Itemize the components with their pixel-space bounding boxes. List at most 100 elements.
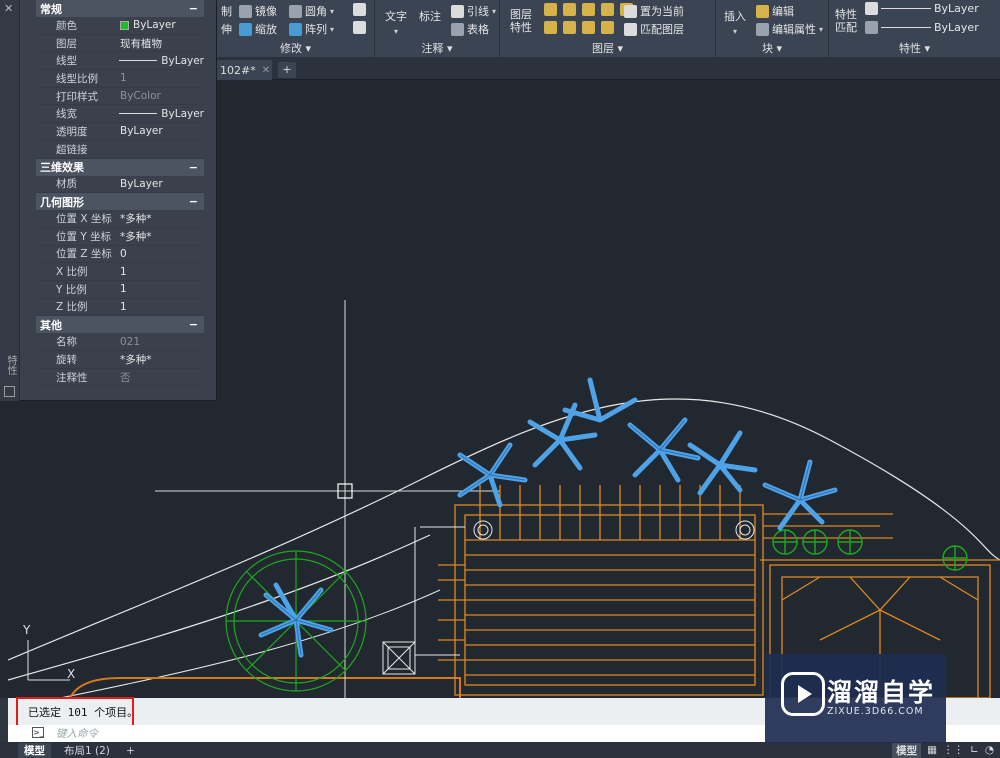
edit-attributes-button[interactable]: 编辑属性 ▾ bbox=[756, 21, 823, 37]
ribbon-group-annotation: 文字 ▾ 标注 引线 ▾ 表格 注释 ▾ bbox=[375, 0, 500, 58]
property-row-layer[interactable]: 图层 现有植物 bbox=[36, 35, 204, 53]
section-misc[interactable]: 其他 − bbox=[36, 316, 204, 334]
layer-thaw-icon[interactable] bbox=[582, 21, 595, 34]
set-current-button[interactable]: 置为当前 bbox=[624, 3, 684, 19]
layer-tools-row1 bbox=[544, 3, 633, 16]
collapse-icon[interactable]: − bbox=[189, 161, 198, 174]
match-properties-button[interactable]: 特性匹配 bbox=[835, 8, 859, 34]
property-row-scaley[interactable]: Y 比例 1 bbox=[36, 281, 204, 299]
property-row-posy[interactable]: 位置 Y 坐标 *多种* bbox=[36, 228, 204, 246]
offset-button[interactable] bbox=[353, 21, 366, 34]
tab-model[interactable]: 模型 bbox=[18, 743, 51, 758]
layer-isolate-icon[interactable] bbox=[563, 3, 576, 16]
array-icon bbox=[289, 22, 302, 36]
watermark-title: 溜溜自学 bbox=[827, 678, 936, 707]
tab-layout1[interactable]: 布局1 (2) bbox=[58, 743, 116, 758]
property-row-material[interactable]: 材质 ByLayer bbox=[36, 176, 204, 194]
collapse-icon[interactable]: − bbox=[189, 195, 198, 208]
close-icon[interactable]: ✕ bbox=[4, 2, 13, 15]
layer-tools-row2 bbox=[544, 21, 614, 34]
grid-icon[interactable]: ▦ bbox=[927, 744, 937, 756]
new-tab-button[interactable]: + bbox=[278, 62, 296, 78]
array-button[interactable]: 阵列 ▾ bbox=[289, 21, 334, 37]
property-row-transparency[interactable]: 透明度 ByLayer bbox=[36, 123, 204, 141]
play-logo-icon bbox=[781, 672, 825, 716]
edit-attributes-icon bbox=[756, 22, 769, 36]
ribbon-group-block: 插入 ▾ 编辑 编辑属性 ▾ 块 ▾ bbox=[716, 0, 829, 58]
block-edit-icon bbox=[756, 4, 769, 18]
add-layout-button[interactable]: + bbox=[120, 743, 141, 758]
stretch-button[interactable]: 伸 bbox=[221, 21, 232, 37]
leader-icon bbox=[451, 4, 464, 18]
block-edit-button[interactable]: 编辑 bbox=[756, 3, 794, 19]
layer-freeze-icon[interactable] bbox=[582, 3, 595, 16]
property-row-scalez[interactable]: Z 比例 1 bbox=[36, 299, 204, 317]
property-row-linetype[interactable]: 线型 ByLayer bbox=[36, 52, 204, 71]
file-tab-strip: 102#* ✕ + bbox=[217, 58, 1000, 80]
linetype-sample bbox=[119, 60, 158, 62]
ribbon-group-properties: 特性匹配 ByLayer ByLayer 特性 ▾ bbox=[829, 0, 1000, 58]
layer-off-icon[interactable] bbox=[544, 3, 557, 16]
collapse-icon[interactable]: − bbox=[189, 2, 198, 15]
block-panel-title[interactable]: 块 ▾ bbox=[716, 40, 828, 56]
insert-button[interactable]: 插入 ▾ bbox=[724, 8, 746, 36]
explode-button[interactable] bbox=[353, 3, 366, 16]
leader-button[interactable]: 引线 ▾ bbox=[451, 3, 496, 19]
snap-icon[interactable]: ⋮⋮ bbox=[943, 744, 964, 756]
collapse-icon[interactable]: − bbox=[189, 318, 198, 331]
dimension-button[interactable]: 标注 bbox=[419, 8, 441, 24]
property-row-rotation[interactable]: 旋转 *多种* bbox=[36, 351, 204, 369]
match-layer-button[interactable]: 匹配图层 bbox=[624, 21, 684, 37]
property-row-name[interactable]: 名称 021 bbox=[36, 333, 204, 351]
layer-lock-icon[interactable] bbox=[601, 3, 614, 16]
linetype-icon bbox=[865, 21, 878, 34]
layer-unlock-icon[interactable] bbox=[601, 21, 614, 34]
status-bar: 模型 布局1 (2) + 模型 ▦ ⋮⋮ ∟ ◔ bbox=[0, 742, 1000, 758]
property-row-color[interactable]: 颜色 ByLayer bbox=[36, 17, 204, 35]
table-button[interactable]: 表格 bbox=[451, 21, 489, 37]
command-input-placeholder: 键入命令 bbox=[56, 728, 98, 740]
model-space-button[interactable]: 模型 bbox=[892, 742, 922, 758]
layer-unisolate-icon[interactable] bbox=[563, 21, 576, 34]
ucs-x-label: X bbox=[67, 667, 76, 681]
section-geometry[interactable]: 几何图形 − bbox=[36, 193, 204, 211]
modify-panel-title[interactable]: 修改 ▾ bbox=[217, 40, 374, 56]
property-row-scalex[interactable]: X 比例 1 bbox=[36, 263, 204, 281]
text-button[interactable]: 文字 ▾ bbox=[385, 8, 407, 36]
copy-button[interactable]: 制 bbox=[221, 3, 232, 19]
match-layer-icon bbox=[624, 22, 637, 36]
annotation-panel-title[interactable]: 注释 ▾ bbox=[375, 40, 499, 56]
linetype-dropdown[interactable]: ByLayer bbox=[865, 2, 979, 15]
property-row-posz[interactable]: 位置 Z 坐标 0 bbox=[36, 246, 204, 264]
mirror-button[interactable]: 镜像 bbox=[239, 3, 277, 19]
property-row-ltscale[interactable]: 线型比例 1 bbox=[36, 70, 204, 88]
watermark-url: ZIXUE.3D66.COM bbox=[827, 706, 924, 717]
polar-icon[interactable]: ◔ bbox=[985, 744, 994, 756]
ortho-icon[interactable]: ∟ bbox=[970, 744, 979, 756]
palette-settings-icon[interactable] bbox=[4, 386, 15, 397]
file-tab-active[interactable]: 102#* ✕ bbox=[217, 60, 272, 80]
fillet-icon bbox=[289, 4, 302, 18]
property-row-annotative[interactable]: 注释性否 bbox=[36, 369, 204, 387]
properties-panel-title[interactable]: 特性 ▾ bbox=[829, 40, 1000, 56]
palette-content: 常规 − 颜色 ByLayer 图层 现有植物 线型 ByLayer 线型比例 1 打印样… bbox=[36, 0, 204, 387]
scale-button[interactable]: 缩放 bbox=[239, 21, 277, 37]
property-row-hyperlink[interactable]: 超链接 bbox=[36, 141, 204, 159]
properties-palette: ✕ 特性 常规 − 颜色 ByLayer 图层 现有植物 线型 ByLayer 线型比例… bbox=[0, 0, 217, 401]
close-tab-icon[interactable]: ✕ bbox=[262, 65, 270, 76]
fillet-button[interactable]: 圆角 ▾ bbox=[289, 3, 334, 19]
status-tools: 模型 ▦ ⋮⋮ ∟ ◔ bbox=[892, 742, 1000, 758]
lineweight-dropdown[interactable]: ByLayer bbox=[865, 21, 979, 34]
property-row-posx[interactable]: 位置 X 坐标 *多种* bbox=[36, 210, 204, 228]
layers-panel-title[interactable]: 图层 ▾ bbox=[500, 40, 715, 56]
color-swatch-icon bbox=[120, 20, 129, 30]
property-row-lineweight[interactable]: 线宽 ByLayer bbox=[36, 105, 204, 124]
layer-properties-button[interactable]: 图层特性 bbox=[510, 8, 540, 34]
section-general[interactable]: 常规 − bbox=[36, 0, 204, 17]
palette-side-label: 特性 bbox=[5, 355, 16, 375]
ribbon-group-layers: 图层特性 置为当前 匹配图层 图层 ▾ bbox=[500, 0, 716, 58]
layer-on-icon[interactable] bbox=[544, 21, 557, 34]
section-3d-effects[interactable]: 三维效果 − bbox=[36, 158, 204, 176]
command-prompt-icon[interactable]: >_ bbox=[32, 727, 44, 738]
property-row-plotstyle[interactable]: 打印样式 ByColor bbox=[36, 88, 204, 106]
